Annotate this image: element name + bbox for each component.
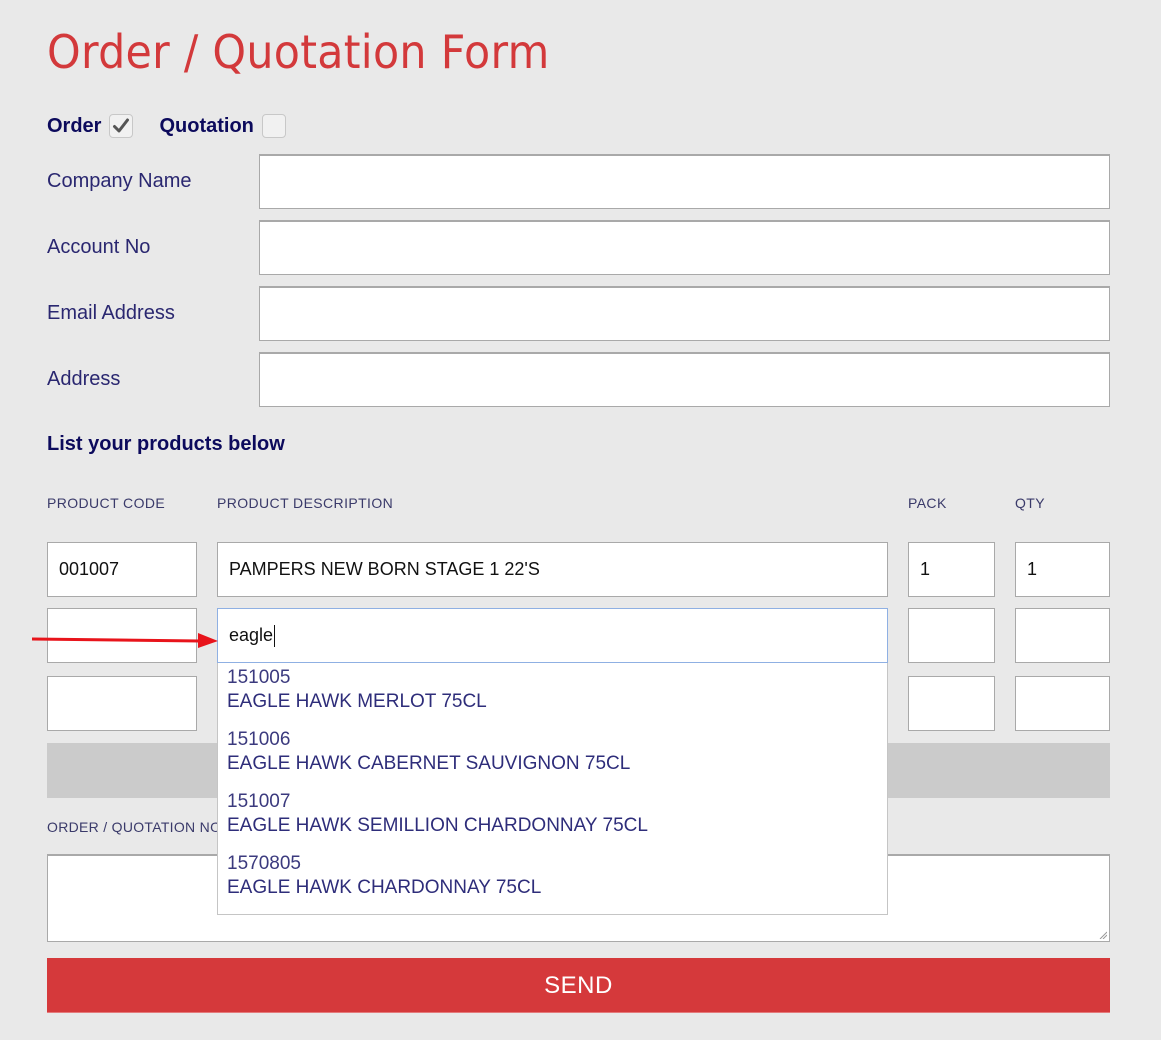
text-caret bbox=[274, 625, 276, 648]
email-address-label: Email Address bbox=[47, 302, 175, 324]
quotation-checkbox[interactable] bbox=[261, 114, 286, 138]
option-description: EAGLE HAWK CABERNET SAUVIGNON 75CL bbox=[227, 753, 631, 774]
product-description-text: eagle bbox=[229, 625, 274, 645]
pack-input[interactable] bbox=[908, 676, 995, 731]
product-code-input[interactable] bbox=[47, 676, 197, 731]
pack-input[interactable] bbox=[908, 608, 995, 663]
page-title: Order / Quotation Form bbox=[47, 25, 550, 79]
column-header-product-code: PRODUCT CODE bbox=[47, 495, 166, 511]
autocomplete-option[interactable]: 151007 EAGLE HAWK SEMILLION CHARDONNAY 7… bbox=[218, 787, 887, 839]
column-header-qty: QTY bbox=[1015, 495, 1045, 511]
order-label: Order bbox=[47, 114, 102, 137]
quotation-label: Quotation bbox=[159, 114, 254, 137]
account-no-input[interactable] bbox=[259, 220, 1110, 275]
pack-input[interactable]: 1 bbox=[908, 542, 995, 597]
product-description-input[interactable]: PAMPERS NEW BORN STAGE 1 22'S bbox=[217, 542, 888, 597]
email-address-input[interactable] bbox=[259, 286, 1110, 341]
column-header-pack: PACK bbox=[908, 495, 947, 511]
form-type-selector: Order Quotation bbox=[47, 112, 286, 140]
product-code-input[interactable]: 001007 bbox=[47, 542, 197, 597]
resize-grip-icon[interactable] bbox=[1099, 931, 1107, 939]
checkmark-icon bbox=[113, 118, 130, 133]
option-description: EAGLE HAWK CHARDONNAY 75CL bbox=[227, 877, 542, 898]
account-no-label: Account No bbox=[47, 236, 151, 258]
option-description: EAGLE HAWK MERLOT 75CL bbox=[227, 691, 487, 712]
address-input[interactable] bbox=[259, 352, 1110, 407]
products-heading: List your products below bbox=[47, 433, 285, 455]
qty-input[interactable] bbox=[1015, 608, 1110, 663]
address-label: Address bbox=[47, 368, 121, 390]
company-name-input[interactable] bbox=[259, 154, 1110, 209]
autocomplete-dropdown: 151005 EAGLE HAWK MERLOT 75CL 151006 EAG… bbox=[217, 663, 888, 915]
autocomplete-option[interactable]: 151006 EAGLE HAWK CABERNET SAUVIGNON 75C… bbox=[218, 725, 887, 777]
qty-input[interactable]: 1 bbox=[1015, 542, 1110, 597]
autocomplete-option[interactable]: 151005 EAGLE HAWK MERLOT 75CL bbox=[218, 663, 887, 715]
annotation-arrow-icon bbox=[32, 633, 218, 648]
order-checkbox[interactable] bbox=[109, 114, 134, 138]
autocomplete-option[interactable]: 1570805 EAGLE HAWK CHARDONNAY 75CL bbox=[218, 849, 887, 901]
send-button[interactable]: SEND bbox=[47, 958, 1110, 1013]
column-header-product-description: PRODUCT DESCRIPTION bbox=[217, 495, 394, 511]
qty-input[interactable] bbox=[1015, 676, 1110, 731]
company-name-label: Company Name bbox=[47, 170, 192, 192]
product-description-input-active[interactable]: eagle bbox=[217, 608, 888, 663]
option-description: EAGLE HAWK SEMILLION CHARDONNAY 75CL bbox=[227, 815, 648, 836]
